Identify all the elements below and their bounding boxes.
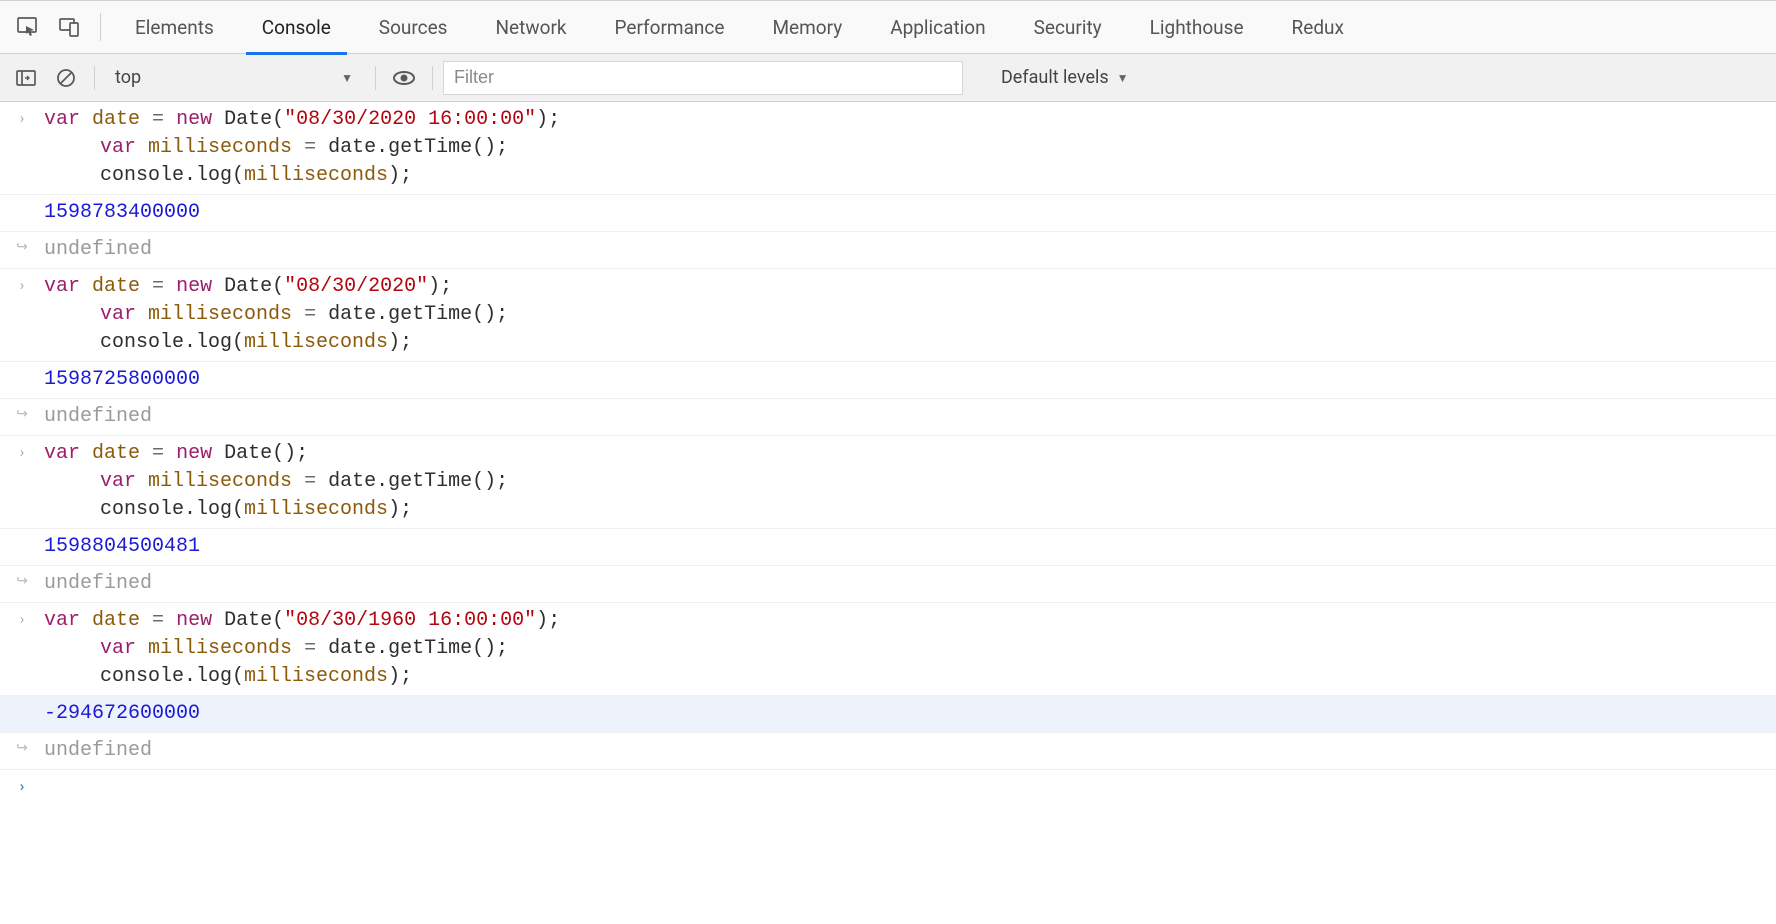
output-gutter (0, 700, 44, 703)
console-output-value: 1598783400000 (44, 199, 1776, 227)
console-input-row: ›var date = new Date("08/30/2020 16:00:0… (0, 102, 1776, 195)
console-output-value: 1598725800000 (44, 366, 1776, 394)
console-return-value: undefined (44, 737, 1776, 765)
toggle-console-sidebar-icon[interactable] (8, 60, 44, 96)
tabs-container: ElementsConsoleSourcesNetworkPerformance… (111, 0, 1368, 54)
output-gutter (0, 533, 44, 536)
console-return-row: ↩undefined (0, 399, 1776, 436)
context-label: top (115, 67, 141, 88)
prompt-chevron-icon: › (0, 774, 44, 795)
return-arrow-icon: ↩ (0, 737, 44, 756)
tab-security[interactable]: Security (1010, 0, 1126, 54)
output-gutter (0, 199, 44, 202)
tab-performance[interactable]: Performance (591, 0, 749, 54)
devtools-tabs-bar: ElementsConsoleSourcesNetworkPerformance… (0, 0, 1776, 54)
input-chevron-icon: › (0, 440, 44, 461)
console-input-row: ›var date = new Date(); var milliseconds… (0, 436, 1776, 529)
return-arrow-icon: ↩ (0, 236, 44, 255)
console-output-value: -294672600000 (44, 700, 1776, 728)
tab-application[interactable]: Application (866, 0, 1009, 54)
clear-console-icon[interactable] (48, 60, 84, 96)
console-return-value: undefined (44, 236, 1776, 264)
tab-network[interactable]: Network (471, 0, 590, 54)
console-output-value: 1598804500481 (44, 533, 1776, 561)
return-arrow-icon: ↩ (0, 403, 44, 422)
device-toolbar-icon[interactable] (54, 12, 84, 42)
separator (432, 66, 433, 90)
return-arrow-icon: ↩ (0, 570, 44, 589)
tab-sources[interactable]: Sources (355, 0, 472, 54)
execution-context-selector[interactable]: top ▼ (105, 60, 365, 96)
chevron-down-icon: ▼ (341, 71, 353, 85)
console-input-row: ›var date = new Date("08/30/2020"); var … (0, 269, 1776, 362)
separator (94, 66, 95, 90)
live-expression-icon[interactable] (386, 60, 422, 96)
tab-console[interactable]: Console (238, 0, 355, 54)
console-return-row: ↩undefined (0, 232, 1776, 269)
console-toolbar: top ▼ Default levels ▼ (0, 54, 1776, 102)
chevron-down-icon: ▼ (1117, 71, 1129, 85)
console-output-row: 1598725800000 (0, 362, 1776, 399)
console-output-row: -294672600000 (0, 696, 1776, 733)
inspect-element-icon[interactable] (12, 12, 42, 42)
tab-memory[interactable]: Memory (748, 0, 866, 54)
log-levels-selector[interactable]: Default levels ▼ (987, 60, 1143, 96)
console-input-row: ›var date = new Date("08/30/1960 16:00:0… (0, 603, 1776, 696)
filter-input[interactable] (443, 61, 963, 95)
console-prompt-row[interactable]: › (0, 770, 1776, 804)
console-log-area[interactable]: ›var date = new Date("08/30/2020 16:00:0… (0, 102, 1776, 804)
tab-lighthouse[interactable]: Lighthouse (1126, 0, 1268, 54)
console-output-row: 1598783400000 (0, 195, 1776, 232)
output-gutter (0, 366, 44, 369)
input-chevron-icon: › (0, 607, 44, 628)
input-chevron-icon: › (0, 273, 44, 294)
console-output-row: 1598804500481 (0, 529, 1776, 566)
console-return-row: ↩undefined (0, 566, 1776, 603)
console-return-row: ↩undefined (0, 733, 1776, 770)
tab-elements[interactable]: Elements (111, 0, 238, 54)
levels-label: Default levels (1001, 67, 1109, 88)
tab-redux[interactable]: Redux (1268, 0, 1368, 54)
console-return-value: undefined (44, 570, 1776, 598)
console-return-value: undefined (44, 403, 1776, 431)
input-chevron-icon: › (0, 106, 44, 127)
separator (100, 13, 101, 41)
separator (375, 66, 376, 90)
